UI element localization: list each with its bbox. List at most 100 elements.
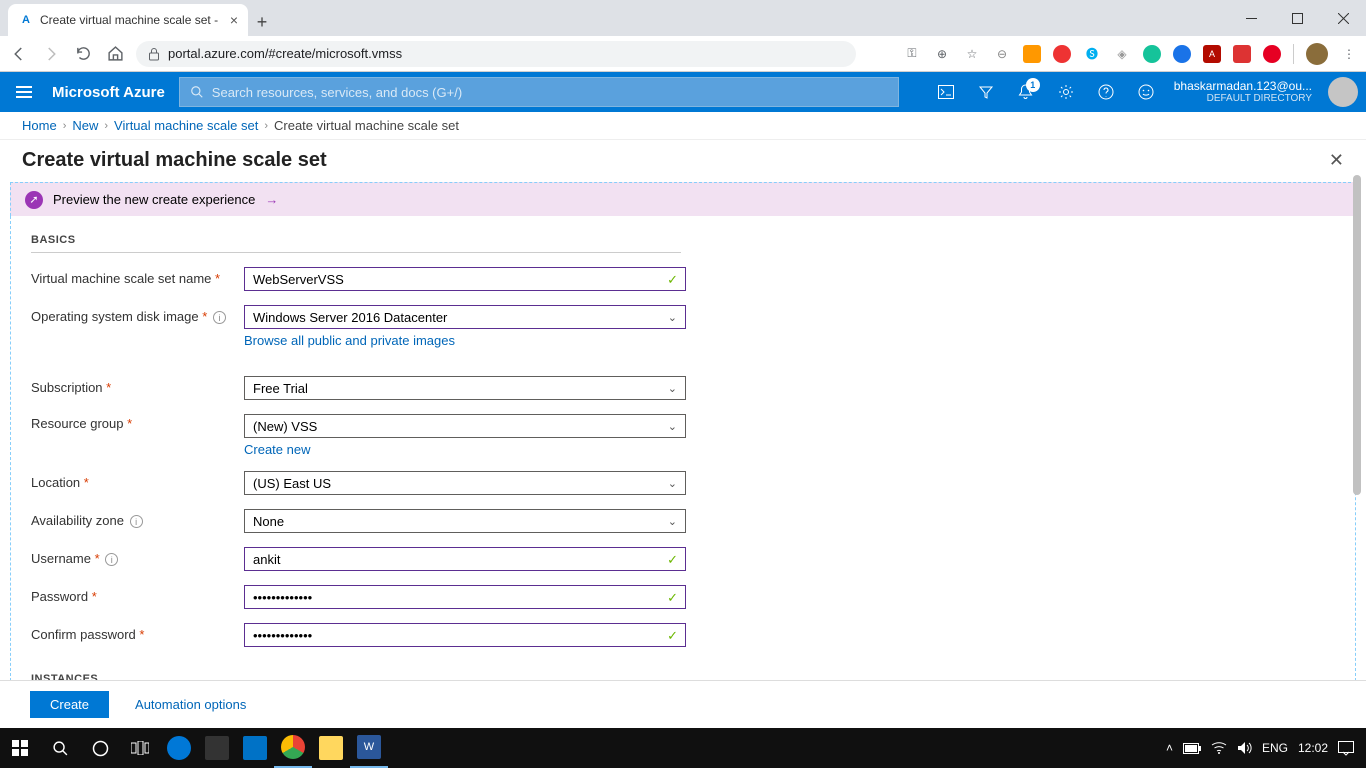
home-button[interactable] — [104, 43, 126, 65]
taskbar-language[interactable]: ENG — [1262, 741, 1288, 755]
window-close-icon[interactable] — [1320, 0, 1366, 36]
wifi-icon[interactable] — [1211, 742, 1227, 754]
os-image-select[interactable]: Windows Server 2016 Datacenter ⌄ — [244, 305, 686, 329]
browser-tab[interactable]: A Create virtual machine scale set - × — [8, 4, 248, 36]
search-icon — [190, 85, 204, 99]
scrollbar[interactable] — [1350, 175, 1364, 705]
subscription-select[interactable]: Free Trial ⌄ — [244, 376, 686, 400]
azure-favicon: A — [18, 12, 34, 28]
action-center-icon[interactable] — [1338, 741, 1354, 756]
info-icon[interactable]: i — [213, 311, 226, 324]
cloud-shell-icon[interactable] — [926, 72, 966, 112]
checkmark-icon: ✓ — [667, 552, 678, 568]
breadcrumb: Home › New › Virtual machine scale set ›… — [0, 112, 1366, 140]
resource-group-label: Resource group * — [31, 414, 244, 431]
directory-filter-icon[interactable] — [966, 72, 1006, 112]
username-input[interactable] — [244, 547, 686, 571]
new-tab-button[interactable]: + — [248, 8, 276, 36]
noentry-icon[interactable]: ⊖ — [993, 45, 1011, 63]
user-avatar-icon[interactable] — [1328, 77, 1358, 107]
address-bar[interactable]: portal.azure.com/#create/microsoft.vmss — [136, 41, 856, 67]
separator — [1293, 44, 1294, 64]
chevron-down-icon: ⌄ — [668, 515, 677, 528]
search-taskbar-icon[interactable] — [40, 728, 80, 768]
grammarly-icon[interactable] — [1143, 45, 1161, 63]
blade-header: Create virtual machine scale set ✕ — [0, 140, 1366, 180]
volume-icon[interactable] — [1237, 741, 1252, 755]
skype-icon[interactable]: 🅢 — [1083, 45, 1101, 63]
create-button[interactable]: Create — [30, 691, 109, 718]
rocket-icon: ➚ — [25, 191, 43, 209]
ext2-icon[interactable] — [1053, 45, 1071, 63]
explorer-app-icon[interactable] — [312, 728, 350, 768]
notifications-icon[interactable]: 1 — [1006, 72, 1046, 112]
resource-group-select[interactable]: (New) VSS ⌄ — [244, 414, 686, 438]
confirm-password-input[interactable] — [244, 623, 686, 647]
settings-icon[interactable] — [1046, 72, 1086, 112]
portal-menu-button[interactable] — [0, 86, 48, 98]
window-minimize-icon[interactable] — [1228, 0, 1274, 36]
help-icon[interactable] — [1086, 72, 1126, 112]
ext3-icon[interactable]: ◈ — [1113, 45, 1131, 63]
forward-button[interactable] — [40, 43, 62, 65]
automation-options-link[interactable]: Automation options — [135, 697, 246, 712]
ext4-icon[interactable] — [1173, 45, 1191, 63]
taskbar-clock[interactable]: 12:02 — [1298, 741, 1328, 755]
mail-app-icon[interactable] — [236, 728, 274, 768]
feedback-icon[interactable] — [1126, 72, 1166, 112]
scrollbar-thumb[interactable] — [1353, 175, 1361, 495]
edge-app-icon[interactable] — [160, 728, 198, 768]
star-icon[interactable]: ☆ — [963, 45, 981, 63]
azure-brand[interactable]: Microsoft Azure — [48, 84, 179, 101]
chevron-down-icon: ⌄ — [668, 420, 677, 433]
section-basics: BASICS — [31, 234, 681, 253]
user-account-area[interactable]: bhaskarmadan.123@ou... DEFAULT DIRECTORY — [1166, 79, 1320, 105]
store-app-icon[interactable] — [198, 728, 236, 768]
window-maximize-icon[interactable] — [1274, 0, 1320, 36]
username-label: Username * i — [31, 547, 244, 566]
pinterest-icon[interactable] — [1263, 45, 1281, 63]
zoom-icon[interactable]: ⊕ — [933, 45, 951, 63]
arrow-right-icon: → — [265, 192, 278, 207]
ext1-icon[interactable] — [1023, 45, 1041, 63]
ext5-icon[interactable] — [1233, 45, 1251, 63]
cortana-icon[interactable] — [80, 728, 120, 768]
back-button[interactable] — [8, 43, 30, 65]
key-icon[interactable]: ⚿ — [903, 45, 921, 63]
tray-expand-icon[interactable]: ˄ — [1166, 741, 1173, 755]
search-placeholder: Search resources, services, and docs (G+… — [212, 85, 462, 100]
chevron-down-icon: ⌄ — [668, 382, 677, 395]
browser-extension-area: ⚿ ⊕ ☆ ⊖ 🅢 ◈ A ⋮ — [903, 43, 1358, 65]
info-icon[interactable]: i — [130, 515, 143, 528]
profile-avatar-icon[interactable] — [1306, 43, 1328, 65]
breadcrumb-vmss[interactable]: Virtual machine scale set — [114, 118, 258, 133]
page-title: Create virtual machine scale set — [22, 149, 327, 172]
browser-toolbar: portal.azure.com/#create/microsoft.vmss … — [0, 36, 1366, 72]
chrome-app-icon[interactable] — [274, 728, 312, 768]
start-button[interactable] — [0, 728, 40, 768]
password-input[interactable] — [244, 585, 686, 609]
info-icon[interactable]: i — [105, 553, 118, 566]
create-new-rg-link[interactable]: Create new — [244, 442, 310, 457]
pdf-icon[interactable]: A — [1203, 45, 1221, 63]
tab-title: Create virtual machine scale set - — [40, 13, 218, 27]
browser-menu-icon[interactable]: ⋮ — [1340, 45, 1358, 63]
breadcrumb-home[interactable]: Home — [22, 118, 57, 133]
form-container: BASICS Virtual machine scale set name * … — [10, 216, 1356, 681]
breadcrumb-new[interactable]: New — [72, 118, 98, 133]
preview-banner[interactable]: ➚ Preview the new create experience → — [10, 182, 1356, 216]
browse-images-link[interactable]: Browse all public and private images — [244, 333, 455, 348]
location-select[interactable]: (US) East US ⌄ — [244, 471, 686, 495]
task-view-icon[interactable] — [120, 728, 160, 768]
availability-zone-label: Availability zone i — [31, 509, 244, 528]
battery-icon[interactable] — [1183, 743, 1201, 754]
word-app-icon[interactable]: W — [350, 728, 388, 768]
reload-button[interactable] — [72, 43, 94, 65]
chevron-down-icon: ⌄ — [668, 311, 677, 324]
tab-close-icon[interactable]: × — [230, 12, 238, 28]
portal-search-input[interactable]: Search resources, services, and docs (G+… — [179, 77, 899, 107]
availability-zone-select[interactable]: None ⌄ — [244, 509, 686, 533]
vmss-name-input[interactable] — [244, 267, 686, 291]
checkmark-icon: ✓ — [667, 628, 678, 644]
blade-close-icon[interactable]: ✕ — [1329, 150, 1344, 171]
